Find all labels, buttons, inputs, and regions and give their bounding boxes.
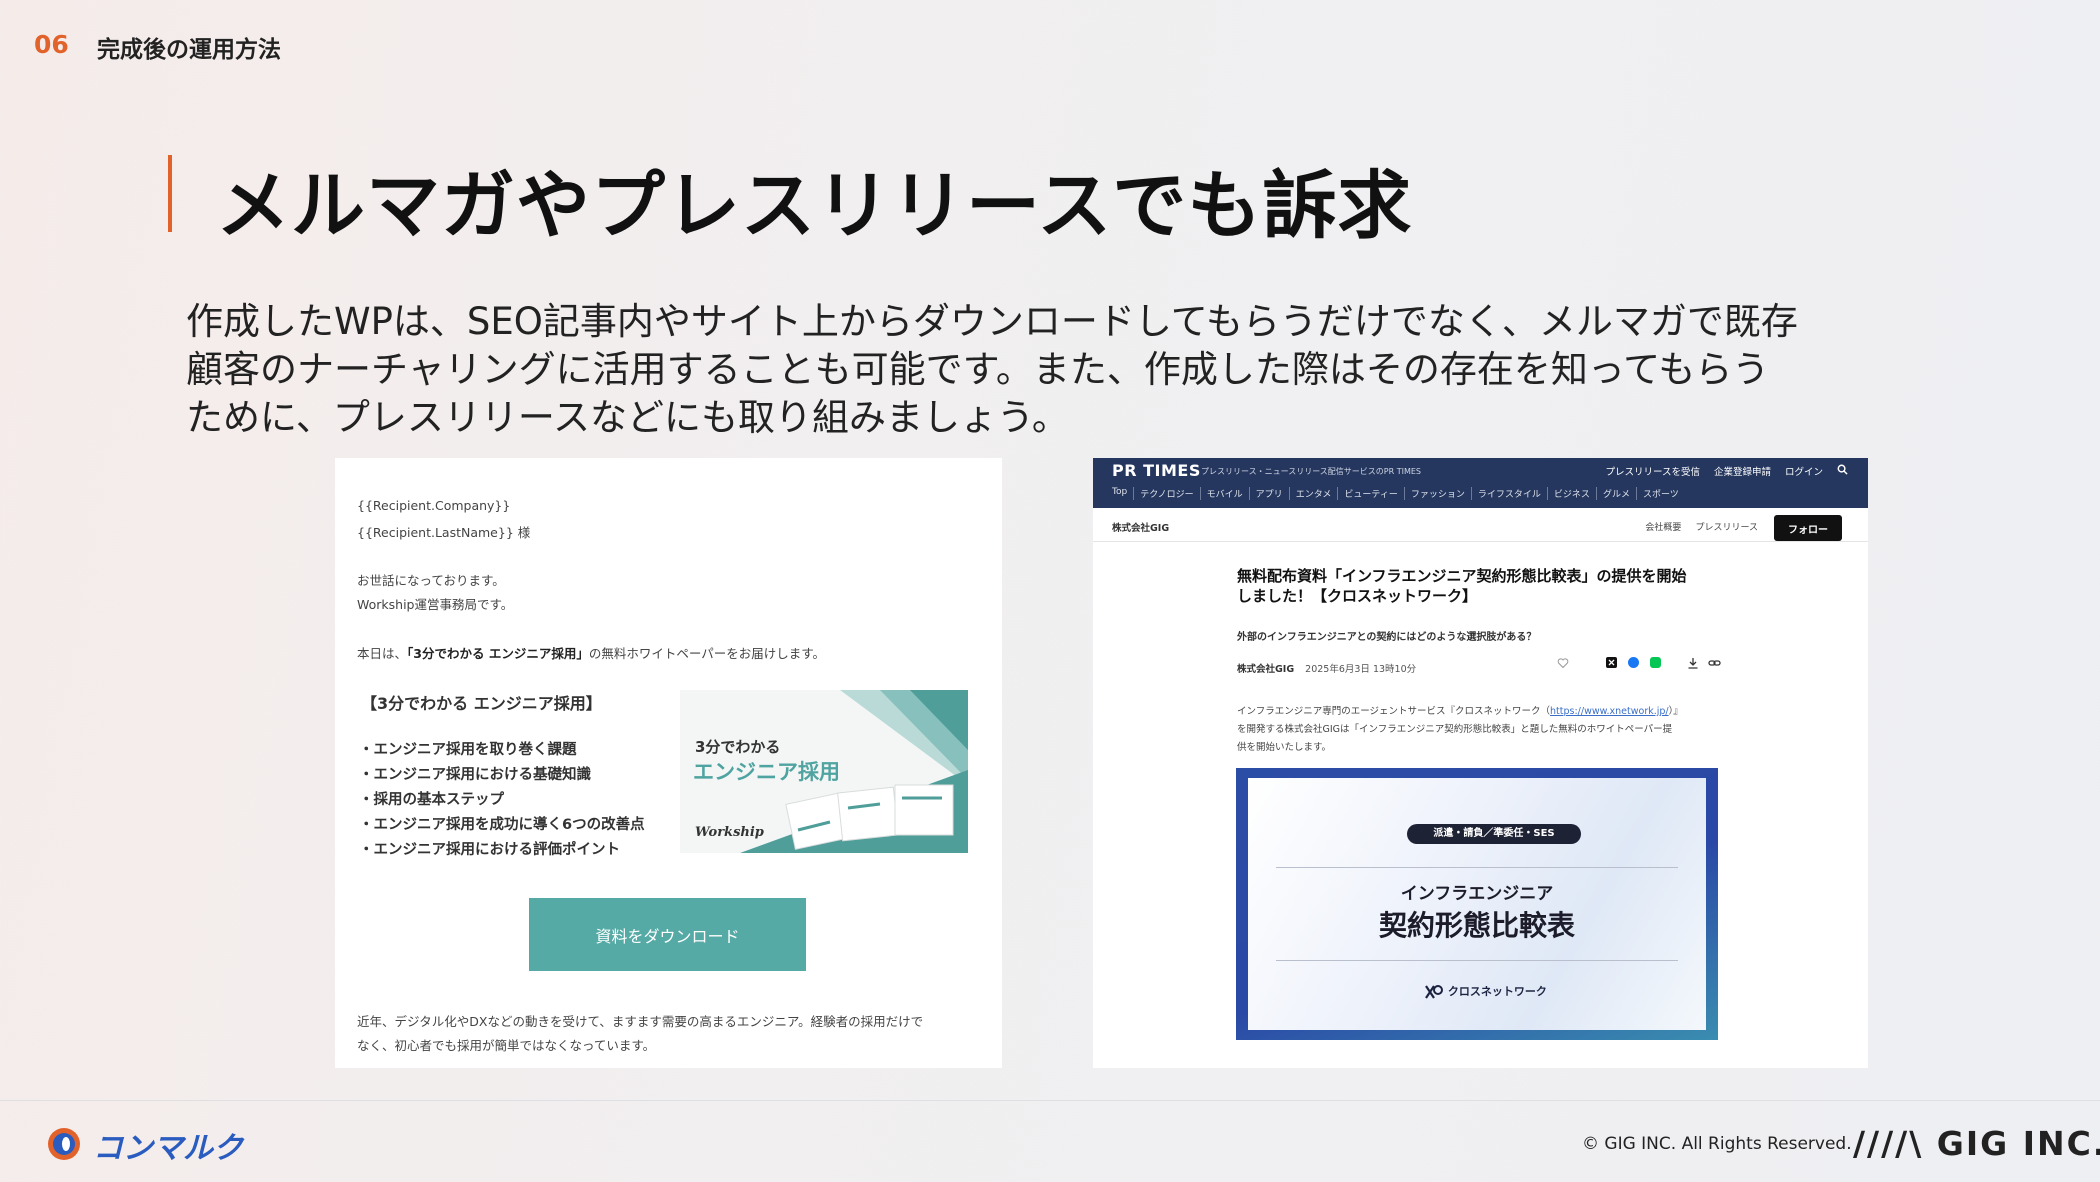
xnetwork-logo-icon bbox=[1425, 985, 1443, 999]
list-item: ・採用の基本ステップ bbox=[359, 792, 504, 808]
conmaruku-logo-icon bbox=[48, 1128, 80, 1160]
press-release-screenshot: PR TIMES プレスリリース・ニュースリリース配信サービスのPR TIMES… bbox=[1093, 458, 1868, 1068]
nav-login-link[interactable]: ログイン bbox=[1785, 464, 1823, 478]
release-subheadline: 外部のインフラエンジニアとの契約にはどのような選択肢がある？ bbox=[1237, 632, 1537, 643]
release-body: インフラエンジニア専門のエージェントサービス『クロスネットワーク（https:/… bbox=[1237, 703, 1727, 757]
intro-text: 本日は、「3分でわかる エンジニア採用」の無料ホワイトペーパーをお届けします。 bbox=[357, 643, 825, 662]
list-item: ・エンジニア採用における評価ポイント bbox=[359, 842, 620, 858]
company-releases-link[interactable]: プレスリリース bbox=[1695, 520, 1758, 533]
list-item: ・エンジニア採用を成功に導く6つの改善点 bbox=[359, 817, 645, 833]
whitepaper-thumbnail: 3分でわかる エンジニア採用 Workship bbox=[680, 690, 968, 853]
nav-register-link[interactable]: 企業登録申請 bbox=[1714, 464, 1771, 478]
headline-line-1: 無料配布資料「インフラエンジニア契約形態比較表」の提供を開始 bbox=[1237, 567, 1687, 585]
meta-company[interactable]: 株式会社GIG bbox=[1237, 664, 1294, 675]
body-text-before: インフラエンジニア専門のエージェントサービス『クロスネットワーク（ bbox=[1237, 706, 1551, 717]
gig-inc-logo: ////\ GIG INC. bbox=[1853, 1124, 2100, 1163]
company-overview-link[interactable]: 会社概要 bbox=[1645, 520, 1681, 533]
email-footer-line-2: なく、初心者でも採用が簡単ではなくなっています。 bbox=[357, 1038, 656, 1053]
category-nav: Top テクノロジー モバイル アプリ エンタメ ビューティー ファッション ラ… bbox=[1112, 487, 1685, 500]
body-line-1: 作成したWPは、SEO記事内やサイト上からダウンロードしてもらうだけでなく、メル… bbox=[186, 300, 1798, 343]
title-accent-bar bbox=[168, 155, 172, 232]
follow-button[interactable]: フォロー bbox=[1774, 515, 1842, 541]
body-line-2: 顧客のナーチャリングに活用することも可能です。また、作成した際はその存在を知って… bbox=[186, 348, 1770, 391]
brand-name: コンマルク bbox=[93, 1131, 243, 1166]
release-headline: 無料配布資料「インフラエンジニア契約形態比較表」の提供を開始 しました！【クロス… bbox=[1237, 566, 1717, 606]
thumbnail-line-2: エンジニア採用 bbox=[693, 760, 840, 784]
x-share-icon[interactable] bbox=[1605, 657, 1618, 670]
cover-brand-name: クロスネットワーク bbox=[1447, 985, 1547, 998]
recipient-name: {{Recipient.LastName}} 様 bbox=[357, 525, 531, 540]
thumbnail-line-1: 3分でわかる bbox=[695, 738, 781, 756]
whitepaper-heading: 【3分でわかる エンジニア採用】 bbox=[361, 694, 602, 713]
copyright: © GIG INC. All Rights Reserved. bbox=[1582, 1134, 1852, 1154]
slide-body: 作成したWPは、SEO記事内やサイト上からダウンロードしてもらうだけでなく、メル… bbox=[186, 298, 1926, 442]
body-line-3: 供を開始いたします。 bbox=[1237, 742, 1332, 753]
footer-divider bbox=[0, 1100, 2100, 1101]
whitepaper-contents: ・エンジニア採用を取り巻く課題 ・エンジニア採用における基礎知識 ・採用の基本ス… bbox=[359, 738, 645, 863]
company-name[interactable]: 株式会社GIG bbox=[1112, 520, 1169, 534]
category-item[interactable]: モバイル bbox=[1199, 487, 1249, 500]
cover-brand: クロスネットワーク bbox=[1424, 983, 1547, 1000]
category-item[interactable]: テクノロジー bbox=[1133, 487, 1199, 500]
prtimes-tagline: プレスリリース・ニュースリリース配信サービスのPR TIMES bbox=[1201, 467, 1422, 476]
recipient-company: {{Recipient.Company}} bbox=[357, 498, 511, 513]
category-item[interactable]: エンタメ bbox=[1288, 487, 1338, 500]
cover-title-line-1: インフラエンジニア bbox=[1400, 884, 1554, 904]
list-item: ・エンジニア採用を取り巻く課題 bbox=[359, 742, 577, 758]
nav-receive-link[interactable]: プレスリリースを受信 bbox=[1605, 464, 1700, 478]
divider bbox=[1276, 960, 1678, 961]
category-item[interactable]: ビューティー bbox=[1337, 487, 1403, 500]
category-item[interactable]: ビジネス bbox=[1546, 487, 1596, 500]
cover-title-line-2: 契約形態比較表 bbox=[1378, 909, 1575, 942]
body-line-3: ために、プレスリリースなどにも取り組みましょう。 bbox=[186, 396, 1069, 439]
sender: Workship運営事務局です。 bbox=[357, 597, 514, 612]
list-item: ・エンジニア採用における基礎知識 bbox=[359, 767, 591, 783]
category-item[interactable]: ファッション bbox=[1403, 487, 1471, 500]
whitepaper-cover-image: 派遣・請負／準委任・SES インフラエンジニア 契約形態比較表 クロスネットワー… bbox=[1236, 768, 1718, 1040]
facebook-share-icon[interactable] bbox=[1627, 657, 1640, 670]
line-share-icon[interactable] bbox=[1649, 657, 1662, 670]
intro-before: 本日は、 bbox=[357, 646, 408, 661]
contract-types-badge: 派遣・請負／準委任・SES bbox=[1407, 824, 1581, 844]
download-button[interactable]: 資料をダウンロード bbox=[529, 898, 806, 971]
company-links: 会社概要 プレスリリース bbox=[1645, 520, 1758, 533]
category-item[interactable]: スポーツ bbox=[1635, 487, 1685, 500]
like-icon[interactable] bbox=[1556, 657, 1569, 670]
company-bar: 株式会社GIG 会社概要 プレスリリース フォロー bbox=[1093, 508, 1868, 542]
share-icons bbox=[1556, 657, 1721, 670]
prtimes-logo[interactable]: PR TIMES bbox=[1112, 461, 1201, 480]
email-footer-line-1: 近年、デジタル化やDXなどの動きを受けて、ますます需要の高まるエンジニア。経験者… bbox=[357, 1014, 924, 1029]
service-link[interactable]: https://www.xnetwork.jp/ bbox=[1550, 706, 1669, 717]
prtimes-navbar: PR TIMES プレスリリース・ニュースリリース配信サービスのPR TIMES… bbox=[1093, 458, 1868, 508]
body-text-after: ）』 bbox=[1668, 706, 1683, 717]
body-line-1: インフラエンジニア専門のエージェントサービス『クロスネットワーク（https:/… bbox=[1237, 703, 1727, 721]
cover-inner: 派遣・請負／準委任・SES インフラエンジニア 契約形態比較表 クロスネットワー… bbox=[1248, 778, 1706, 1030]
category-item[interactable]: ライフスタイル bbox=[1470, 487, 1547, 500]
intro-bold: 「3分でわかる エンジニア採用」 bbox=[407, 646, 589, 661]
search-icon[interactable] bbox=[1837, 464, 1848, 478]
body-line-2: を開発する株式会社GIGは「インフラエンジニア契約形態比較表」と題した無料のホワ… bbox=[1237, 724, 1673, 735]
meta-date: 2025年6月3日 13時10分 bbox=[1305, 664, 1417, 675]
download-icon[interactable] bbox=[1686, 657, 1699, 670]
category-item[interactable]: Top bbox=[1112, 487, 1133, 500]
release-meta: 株式会社GIG 2025年6月3日 13時10分 bbox=[1237, 661, 1416, 675]
section-title: 完成後の運用方法 bbox=[97, 37, 281, 63]
intro-after: の無料ホワイトペーパーをお届けします。 bbox=[588, 646, 825, 661]
prtimes-nav-right: プレスリリースを受信 企業登録申請 ログイン bbox=[1605, 464, 1848, 478]
link-icon[interactable] bbox=[1708, 657, 1721, 670]
greeting: お世話になっております。 bbox=[357, 573, 505, 588]
section-number: 06 bbox=[34, 30, 69, 59]
thumbnail-brand: Workship bbox=[695, 825, 764, 840]
divider bbox=[1276, 867, 1678, 868]
category-item[interactable]: アプリ bbox=[1248, 487, 1289, 500]
headline-line-2: しました！【クロスネットワーク】 bbox=[1237, 587, 1478, 605]
category-item[interactable]: グルメ bbox=[1595, 487, 1636, 500]
slide-title: メルマガやプレスリリースでも訴求 bbox=[216, 163, 1413, 249]
email-newsletter-screenshot: {{Recipient.Company}} {{Recipient.LastNa… bbox=[335, 458, 1002, 1068]
